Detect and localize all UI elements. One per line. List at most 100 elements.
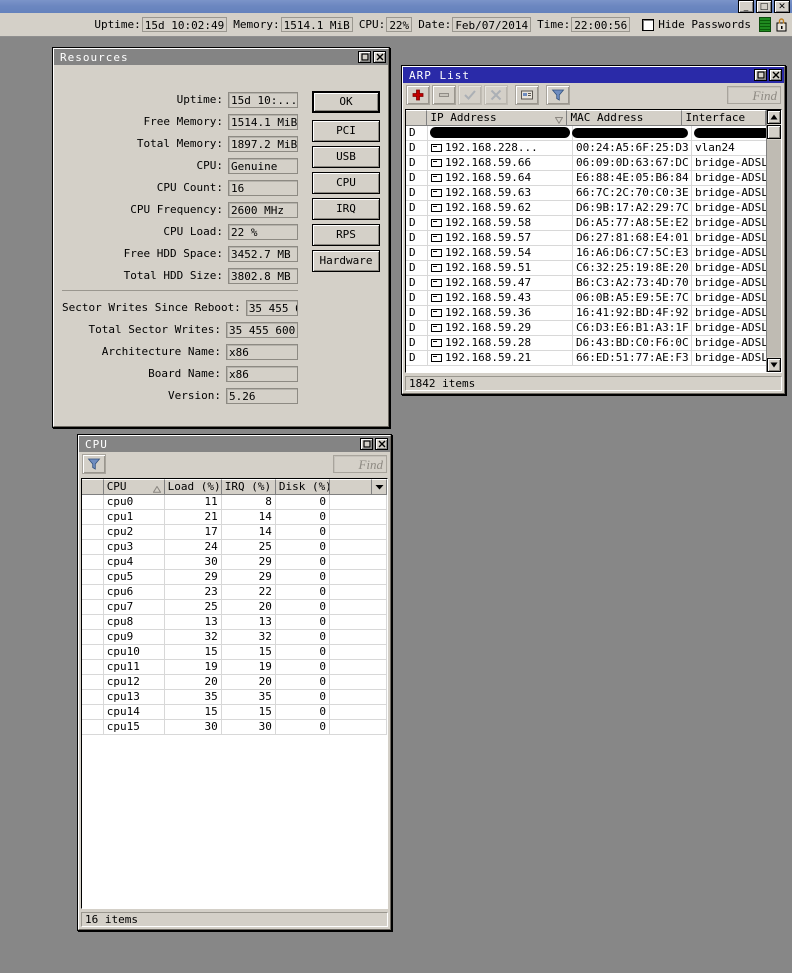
- table-row[interactable]: D: [406, 126, 781, 141]
- cpu-button[interactable]: CPU: [312, 172, 380, 194]
- table-row[interactable]: cpu12 20 20 0: [82, 675, 387, 690]
- hide-passwords-group[interactable]: Hide Passwords: [642, 18, 751, 31]
- cpu-count-field[interactable]: 16: [228, 179, 298, 196]
- table-row[interactable]: D 192.168.59.58 D6:A5:77:A8:5E:E2 bridge…: [406, 216, 781, 231]
- table-row[interactable]: cpu7 25 20 0: [82, 600, 387, 615]
- filter-icon[interactable]: [82, 454, 106, 474]
- table-row[interactable]: cpu13 35 35 0: [82, 690, 387, 705]
- total-memory-field[interactable]: 1897.2 MiB: [228, 135, 298, 152]
- table-row[interactable]: cpu2 17 14 0: [82, 525, 387, 540]
- table-row[interactable]: D 192.168.59.29 C6:D3:E6:B1:A3:1F bridge…: [406, 321, 781, 336]
- table-row[interactable]: D 192.168.228... 00:24:A5:6F:25:D3 vlan2…: [406, 141, 781, 156]
- board-name-field[interactable]: x86: [226, 365, 298, 382]
- column-interface[interactable]: Interface: [682, 110, 767, 126]
- free-memory-field[interactable]: 1514.1 MiB: [228, 113, 298, 130]
- maximize-icon[interactable]: [358, 51, 371, 63]
- arp-titlebar[interactable]: ARP List: [403, 67, 784, 83]
- irq-button[interactable]: IRQ: [312, 198, 380, 220]
- table-row[interactable]: cpu9 32 32 0: [82, 630, 387, 645]
- resources-window[interactable]: Resources Uptime: 15d 10:... Free Memory…: [52, 47, 390, 428]
- resources-titlebar[interactable]: Resources: [54, 49, 388, 65]
- table-row[interactable]: cpu8 13 13 0: [82, 615, 387, 630]
- scroll-down-icon[interactable]: [767, 358, 781, 372]
- column-cpu[interactable]: CPU: [103, 479, 165, 495]
- cpu-load-field[interactable]: 22 %: [228, 223, 298, 240]
- column-flag[interactable]: [406, 110, 428, 126]
- table-row[interactable]: cpu11 19 19 0: [82, 660, 387, 675]
- interface-icon: [431, 249, 442, 257]
- plus-icon[interactable]: [406, 85, 430, 105]
- scrollbar-thumb[interactable]: [767, 125, 781, 139]
- column-ip-address[interactable]: IP Address: [427, 110, 568, 126]
- table-row[interactable]: D 192.168.59.28 D6:43:BD:C0:F6:0C bridge…: [406, 336, 781, 351]
- close-icon[interactable]: ✕: [774, 0, 790, 13]
- cpu-window[interactable]: CPU Find CPU Load (%) IRQ (%) Disk (%) c…: [77, 434, 392, 931]
- scroll-up-icon[interactable]: [767, 110, 781, 124]
- table-row[interactable]: D 192.168.59.21 66:ED:51:77:AE:F3 bridge…: [406, 351, 781, 366]
- close-icon[interactable]: [769, 69, 782, 81]
- close-icon[interactable]: [373, 51, 386, 63]
- column-mac-address[interactable]: MAC Address: [567, 110, 683, 126]
- version-field[interactable]: 5.26: [226, 387, 298, 404]
- table-row[interactable]: D 192.168.59.57 D6:27:81:68:E4:01 bridge…: [406, 231, 781, 246]
- table-row[interactable]: D 192.168.59.36 16:41:92:BD:4F:92 bridge…: [406, 306, 781, 321]
- comment-icon[interactable]: [515, 85, 539, 105]
- find-input[interactable]: Find: [727, 86, 781, 104]
- cpu-titlebar[interactable]: CPU: [79, 436, 390, 452]
- close-icon[interactable]: [375, 438, 388, 450]
- table-row[interactable]: D 192.168.59.43 06:0B:A5:E9:5E:7C bridge…: [406, 291, 781, 306]
- table-row[interactable]: D 192.168.59.62 D6:9B:17:A2:29:7C bridge…: [406, 201, 781, 216]
- hide-passwords-checkbox[interactable]: [642, 18, 655, 31]
- column-chooser-dropdown[interactable]: [372, 479, 387, 495]
- table-row[interactable]: cpu3 24 25 0: [82, 540, 387, 555]
- column-disk[interactable]: Disk (%): [275, 479, 330, 495]
- table-row[interactable]: D 192.168.59.51 C6:32:25:19:8E:20 bridge…: [406, 261, 781, 276]
- column-extra[interactable]: [329, 479, 373, 495]
- ok-button[interactable]: OK: [312, 91, 380, 113]
- cell-irq: 22: [221, 585, 276, 600]
- cross-icon[interactable]: [484, 85, 508, 105]
- hardware-button[interactable]: Hardware: [312, 250, 380, 272]
- sector-writes-since-reboot-field[interactable]: 35 455 600: [245, 299, 298, 316]
- lock-icon[interactable]: [775, 17, 788, 32]
- scrollbar-track[interactable]: [767, 140, 781, 357]
- column-irq[interactable]: IRQ (%): [221, 479, 276, 495]
- table-row[interactable]: D 192.168.59.66 06:09:0D:63:67:DC bridge…: [406, 156, 781, 171]
- table-row[interactable]: cpu6 23 22 0: [82, 585, 387, 600]
- table-row[interactable]: D 192.168.59.63 66:7C:2C:70:C0:3E bridge…: [406, 186, 781, 201]
- minimize-icon[interactable]: _: [738, 0, 754, 13]
- cpu-field[interactable]: Genuine: [228, 157, 298, 174]
- uptime-field[interactable]: 15d 10:...: [228, 91, 298, 108]
- find-input[interactable]: Find: [333, 455, 387, 473]
- architecture-name-field[interactable]: x86: [226, 343, 298, 360]
- pci-button[interactable]: PCI: [312, 120, 380, 142]
- table-row[interactable]: D 192.168.59.47 B6:C3:A2:73:4D:70 bridge…: [406, 276, 781, 291]
- column-blank[interactable]: [82, 479, 104, 495]
- maximize-icon[interactable]: [754, 69, 767, 81]
- table-row[interactable]: D 192.168.59.64 E6:88:4E:05:B6:84 bridge…: [406, 171, 781, 186]
- table-row[interactable]: cpu1 21 14 0: [82, 510, 387, 525]
- filter-icon[interactable]: [546, 85, 570, 105]
- cell-flag: D: [406, 336, 428, 351]
- check-icon[interactable]: [458, 85, 482, 105]
- rps-button[interactable]: RPS: [312, 224, 380, 246]
- arp-list-window[interactable]: ARP List Find IP Address MAC Address Int…: [401, 65, 786, 395]
- total-hdd-size-field[interactable]: 3802.8 MB: [228, 267, 298, 284]
- table-row[interactable]: cpu15 30 30 0: [82, 720, 387, 735]
- cpu-frequency-field[interactable]: 2600 MHz: [228, 201, 298, 218]
- table-row[interactable]: cpu14 15 15 0: [82, 705, 387, 720]
- usb-button[interactable]: USB: [312, 146, 380, 168]
- minus-icon[interactable]: [432, 85, 456, 105]
- free-hdd-space-field[interactable]: 3452.7 MB: [228, 245, 298, 262]
- maximize-icon[interactable]: □: [756, 0, 772, 13]
- maximize-icon[interactable]: [360, 438, 373, 450]
- table-row[interactable]: cpu10 15 15 0: [82, 645, 387, 660]
- table-row[interactable]: cpu5 29 29 0: [82, 570, 387, 585]
- total-sector-writes-field[interactable]: 35 455 600: [226, 321, 298, 338]
- table-row[interactable]: cpu4 30 29 0: [82, 555, 387, 570]
- column-load[interactable]: Load (%): [164, 479, 222, 495]
- table-row[interactable]: D 192.168.59.54 16:A6:D6:C7:5C:E3 bridge…: [406, 246, 781, 261]
- interface-icon: [431, 174, 442, 182]
- vertical-scrollbar[interactable]: [766, 110, 781, 372]
- table-row[interactable]: cpu0 11 8 0: [82, 495, 387, 510]
